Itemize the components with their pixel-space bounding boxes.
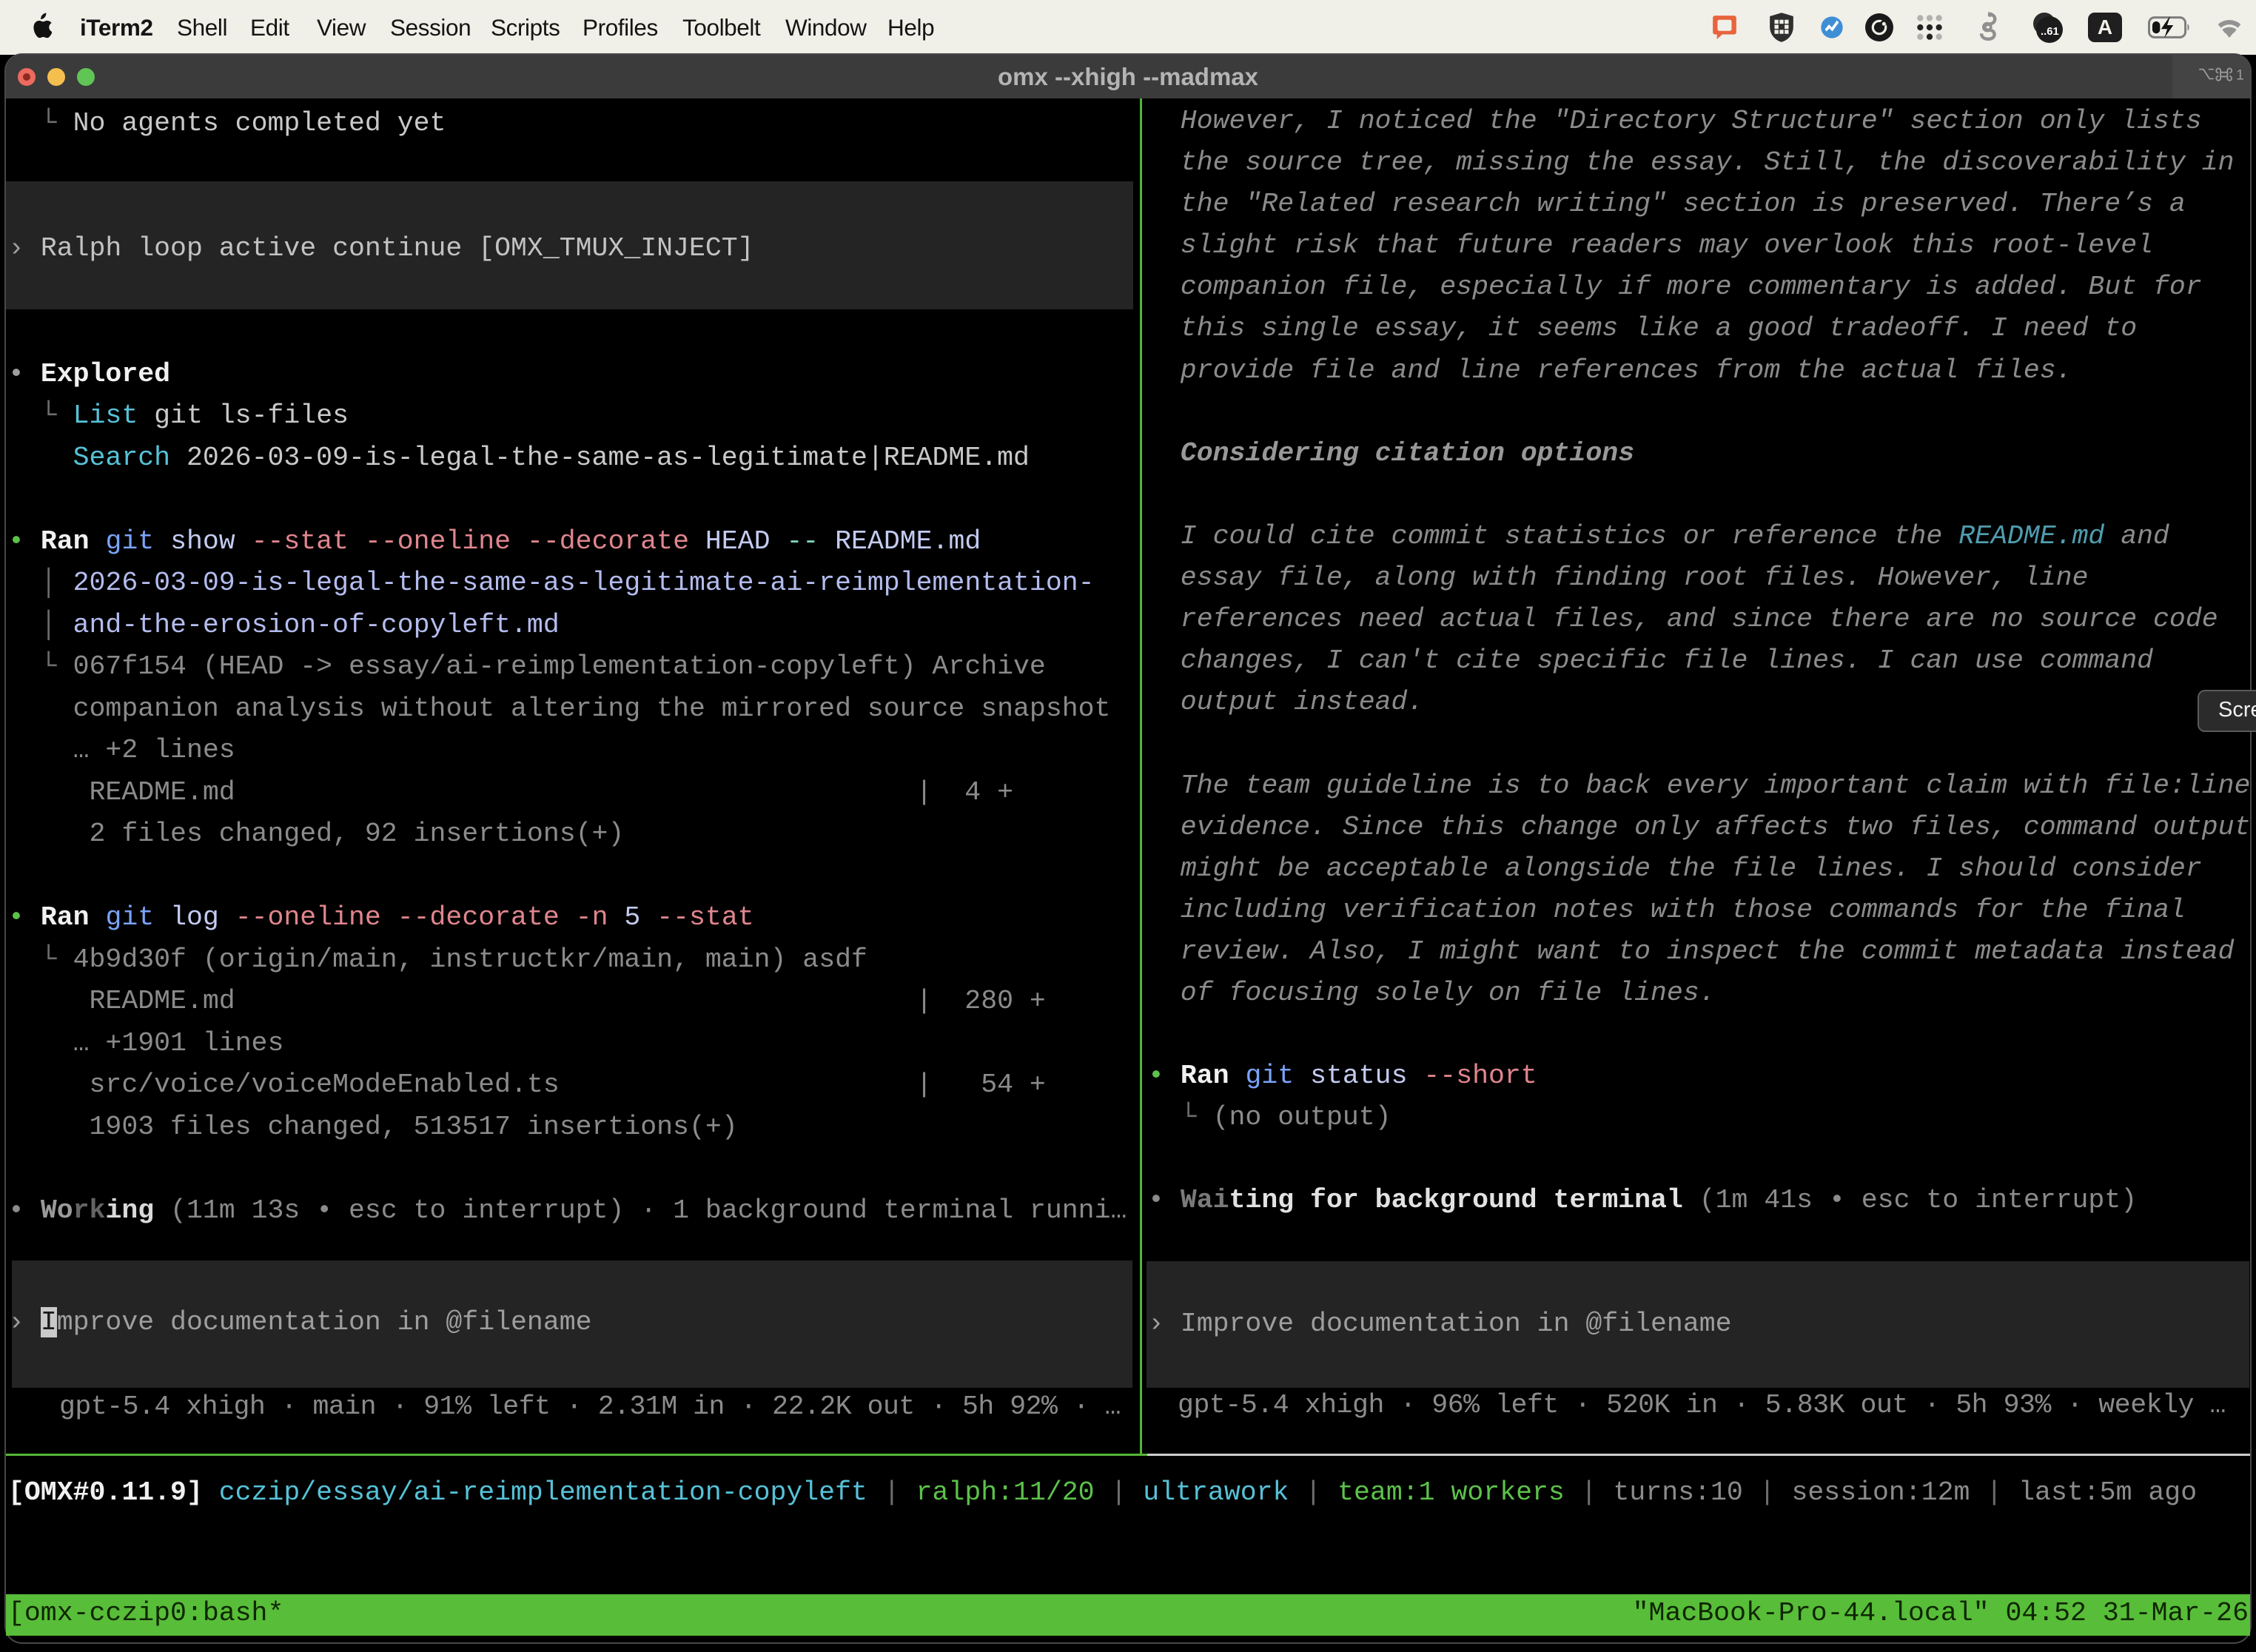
svg-text:..61: ..61 xyxy=(2041,26,2059,38)
svg-text:1: 1 xyxy=(2236,67,2244,82)
